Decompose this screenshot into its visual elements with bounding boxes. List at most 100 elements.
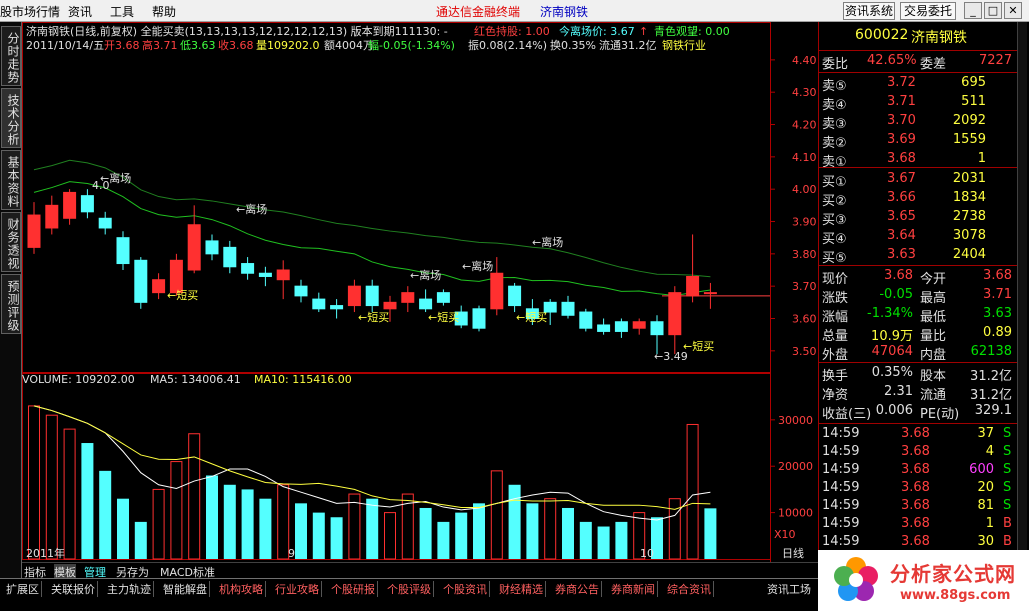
scrollbar[interactable]	[1017, 22, 1027, 578]
buy-price: 3.67	[887, 171, 916, 186]
tab-intraday[interactable]: 分时走势	[1, 26, 21, 86]
tab-fundamentals[interactable]: 基本资料	[1, 150, 21, 210]
tab-broker-notice[interactable]: 券商公告	[553, 581, 602, 597]
trade-button[interactable]: 交易委托	[900, 2, 956, 20]
volume-bar	[579, 521, 592, 559]
header-high: 高3.71	[142, 38, 178, 52]
tab-related-quotes[interactable]: 关联报价	[49, 581, 98, 597]
close-icon[interactable]: ✕	[1004, 2, 1022, 19]
menu-news[interactable]: 资讯	[68, 3, 92, 20]
header-low: 低3.63	[180, 39, 216, 52]
tab-finance[interactable]: 财务透视	[1, 212, 21, 272]
ma-long-line	[33, 159, 711, 278]
stat-label: 今开	[920, 272, 947, 287]
stat2-label: 股本	[920, 369, 947, 384]
stat2-label: 流通	[920, 388, 947, 403]
sell-price: 3.68	[887, 151, 916, 166]
candle-body	[614, 321, 628, 332]
sell-volume: 511	[961, 94, 986, 109]
tab-expand[interactable]: 扩展区	[4, 581, 42, 597]
chart-header-arrow: ↑	[639, 25, 648, 38]
tick-volume: 600	[969, 462, 994, 477]
weibi-value: 42.65%	[867, 53, 917, 68]
menu-help[interactable]: 帮助	[152, 3, 176, 20]
tab-technical[interactable]: 技术分析	[1, 88, 21, 148]
tab-smart-analysis[interactable]: 智能解盘	[161, 581, 210, 597]
kline-chart[interactable]: 4.40 4.30 4.20 4.10 4.00 3.90 3.80 3.70 3.60 3.50…	[22, 22, 818, 568]
tab-info-workshop[interactable]: 资讯工场	[765, 581, 813, 597]
tick-flag: B	[1003, 534, 1012, 549]
candle-body	[347, 285, 361, 307]
buy-row: 买② 3.66 1834	[819, 189, 1018, 209]
tab-stock-research[interactable]: 个股研报	[329, 581, 378, 597]
stat-value: 10.9万	[871, 329, 913, 344]
stat2-label: 净资	[822, 388, 849, 403]
tab-industry[interactable]: 行业攻略	[273, 581, 322, 597]
tick-flag: S	[1003, 480, 1012, 495]
buy-label-2: ←短买	[358, 310, 389, 324]
menu-tools[interactable]: 工具	[110, 3, 134, 20]
candle-body	[561, 301, 575, 316]
tab-institution[interactable]: 机构攻略	[217, 581, 266, 597]
buy-label: 买③	[822, 213, 847, 228]
volume-bar	[686, 423, 699, 560]
tab-stock-rating[interactable]: 个股评级	[385, 581, 434, 597]
tick-flag: S	[1003, 462, 1012, 477]
candle-body	[98, 217, 112, 229]
volume-scale-label: X10	[774, 528, 796, 541]
price-tick-label: 3.80	[792, 248, 817, 261]
volume-bar	[259, 498, 272, 559]
restore-icon[interactable]: □	[984, 2, 1002, 19]
tab-rating[interactable]: 预测评级	[1, 274, 21, 334]
exit-label-3: ←离场	[410, 268, 441, 282]
minimize-icon[interactable]: _	[964, 2, 982, 19]
buy-volume: 2031	[952, 171, 986, 186]
candle-body	[223, 246, 237, 268]
volume-tick-label: 30000	[778, 414, 813, 427]
tick-volume: 1	[985, 516, 994, 531]
tab-finance-select[interactable]: 财经精选	[497, 581, 546, 597]
info-system-button[interactable]: 资讯系统	[843, 2, 895, 20]
candle-body	[508, 285, 522, 307]
volume-bar	[45, 414, 58, 560]
tab-stock-news[interactable]: 个股资讯	[441, 581, 490, 597]
candle-body	[703, 292, 717, 295]
menu-market[interactable]: 股市场行情	[0, 3, 60, 20]
buy-label: 买⑤	[822, 251, 847, 266]
header-volume: 量109202.0	[256, 39, 320, 52]
stat2-value: 31.2亿	[970, 369, 1012, 384]
tick-time: 14:59	[822, 534, 860, 549]
tick-volume: 37	[977, 426, 994, 441]
buy-label-3: ←短买	[428, 310, 459, 324]
divider	[819, 423, 1018, 424]
candle-body	[205, 240, 219, 255]
tick-volume: 20	[977, 480, 994, 495]
stat-row: 外盘 47064 内盘 62138	[819, 343, 1018, 363]
buy-label-4: ←短买	[516, 310, 547, 324]
buy-price: 3.65	[887, 209, 916, 224]
volume-bar	[437, 521, 450, 559]
date-label-sep: 9	[288, 547, 295, 560]
date-label-oct: 10	[640, 547, 654, 560]
buy-label: 买④	[822, 232, 847, 247]
volume-bar	[99, 470, 112, 559]
buy-label: 买①	[822, 175, 847, 190]
buy-price: 3.64	[887, 228, 916, 243]
candle-body	[490, 272, 504, 310]
tab-main-force[interactable]: 主力轨迹	[105, 581, 154, 597]
candle-body	[597, 324, 611, 332]
candle-body	[472, 308, 486, 329]
chart-svg[interactable]: 4.40 4.30 4.20 4.10 4.00 3.90 3.80 3.70 3.60 3.50…	[22, 22, 818, 568]
stat2-label: PE(动)	[920, 407, 960, 422]
logo-text: 分析家公式网	[890, 562, 1016, 586]
tab-broker-news[interactable]: 券商新闻	[609, 581, 658, 597]
tab-general-news[interactable]: 综合资讯	[665, 581, 714, 597]
sell-price: 3.70	[887, 113, 916, 128]
volume-bar	[562, 507, 574, 559]
tick-row: 14:59 3.68 37 S	[819, 425, 1018, 444]
tick-price: 3.68	[901, 462, 930, 477]
tick-flag: S	[1003, 426, 1012, 441]
weicha-value: 7227	[979, 53, 1013, 68]
volume-bar	[615, 521, 628, 559]
sell-volume: 1	[977, 151, 986, 166]
